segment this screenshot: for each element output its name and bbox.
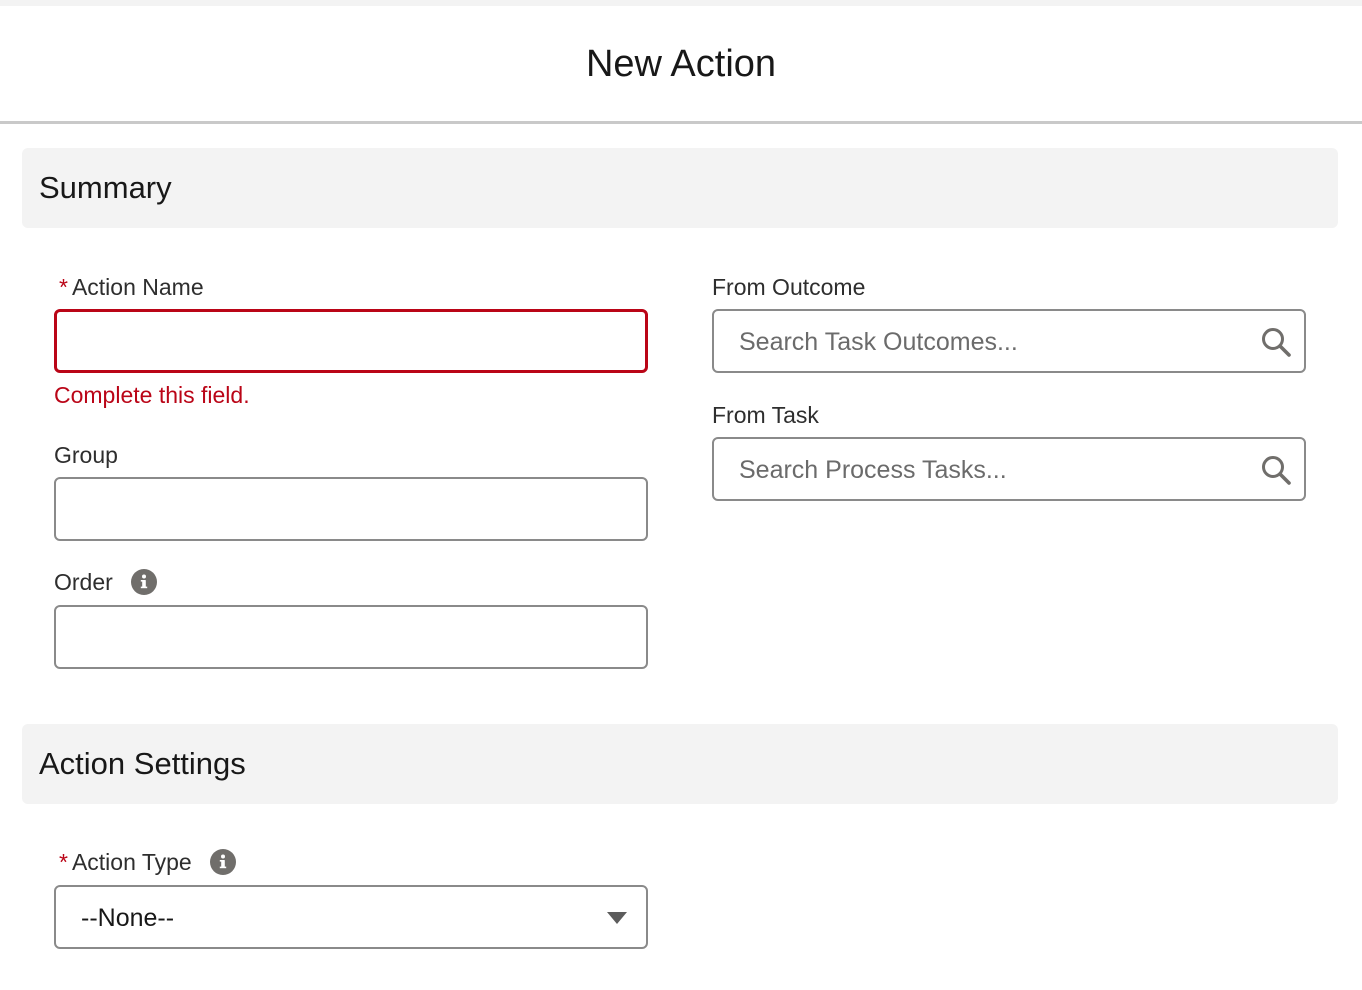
order-label: Order (54, 568, 157, 596)
action-name-error: Complete this field. (54, 382, 250, 408)
info-icon[interactable] (209, 849, 236, 875)
action-settings-section-title: Action Settings (39, 746, 246, 781)
action-type-selected-value: --None-- (81, 904, 175, 932)
action-name-label-text: Action Name (71, 274, 204, 300)
action-settings-section-header: Action Settings (22, 724, 1338, 804)
summary-section-title: Summary (39, 170, 172, 205)
modal-header: New Action (0, 6, 1362, 124)
required-mark: * (59, 274, 68, 300)
order-input[interactable] (54, 605, 648, 669)
order-label-text: Order (54, 569, 113, 595)
action-name-input[interactable] (54, 309, 648, 373)
action-type-label-text: Action Type (71, 849, 192, 875)
group-label: Group (54, 441, 118, 469)
action-type-select[interactable]: --None-- (54, 885, 648, 949)
from-outcome-search-input[interactable]: Search Task Outcomes... (712, 309, 1306, 373)
required-mark: * (59, 849, 68, 875)
from-task-label-text: From Task (712, 402, 819, 428)
info-icon[interactable] (130, 569, 157, 595)
search-icon[interactable] (1260, 454, 1292, 486)
from-task-search-input[interactable]: Search Process Tasks... (712, 437, 1306, 501)
from-outcome-label-text: From Outcome (712, 274, 866, 300)
from-task-placeholder: Search Process Tasks... (739, 456, 1007, 484)
search-icon[interactable] (1260, 326, 1292, 358)
from-outcome-label: From Outcome (712, 273, 865, 301)
from-outcome-placeholder: Search Task Outcomes... (739, 328, 1018, 356)
action-name-label: * Action Name (54, 273, 204, 301)
chevron-down-icon (607, 912, 627, 924)
group-input[interactable] (54, 477, 648, 541)
summary-section-header: Summary (22, 148, 1338, 228)
from-task-label: From Task (712, 401, 819, 429)
action-type-label: * Action Type (54, 848, 236, 876)
modal-title: New Action (585, 43, 777, 85)
group-label-text: Group (54, 442, 118, 468)
